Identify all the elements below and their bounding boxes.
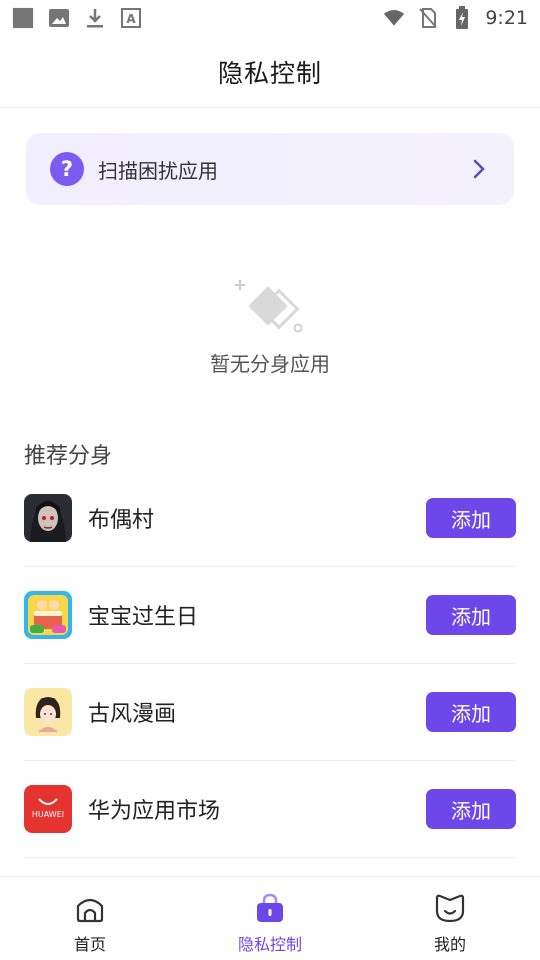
app-name: 宝宝过生日 [88, 605, 199, 630]
list-item: 布偶村 添加 [24, 470, 516, 567]
svg-text:A: A [126, 12, 136, 26]
download-icon [84, 7, 106, 29]
page-header: 隐私控制 [0, 36, 540, 108]
text-icon: A [120, 7, 142, 29]
nav-label: 首页 [73, 935, 106, 954]
status-left-icons: A [12, 7, 142, 29]
face-icon [433, 891, 467, 925]
ancient-girl-icon [24, 688, 72, 736]
add-button[interactable]: 添加 [426, 595, 516, 635]
status-bar: A 9:21 [0, 0, 540, 36]
scan-label: 扫描困扰应用 [98, 158, 218, 183]
page-title: 隐私控制 [217, 58, 322, 88]
chevron-right-icon [468, 158, 490, 180]
nav-item-home[interactable]: 首页 [0, 877, 180, 960]
add-button[interactable]: 添加 [426, 498, 516, 538]
square-icon [12, 7, 34, 29]
add-button[interactable]: 添加 [426, 692, 516, 732]
bottom-nav: 首页 隐私控制 我的 [0, 876, 540, 960]
image-icon [48, 7, 70, 29]
empty-illustration-icon [235, 280, 303, 333]
nav-item-mine[interactable]: 我的 [360, 877, 540, 960]
home-icon [73, 891, 107, 925]
app-name: 华为应用市场 [88, 799, 221, 824]
status-right: 9:21 [383, 6, 528, 29]
nav-label: 我的 [433, 935, 466, 954]
nav-item-privacy-control[interactable]: 隐私控制 [180, 877, 360, 960]
empty-text: 暂无分身应用 [210, 352, 330, 376]
recommend-app-list: 布偶村 添加 宝宝过生日 添加 古风漫画 添加 HUAWEI 华为应用市场 添加 [24, 470, 516, 858]
list-item: 古风漫画 添加 [24, 664, 516, 761]
svg-text:HUAWEI: HUAWEI [32, 810, 64, 819]
birthday-cake-icon [24, 591, 72, 639]
no-sim-icon [417, 7, 439, 29]
list-item: 宝宝过生日 添加 [24, 567, 516, 664]
add-button[interactable]: 添加 [426, 789, 516, 829]
recommend-title: 推荐分身 [24, 444, 113, 469]
nav-label: 隐私控制 [237, 935, 302, 954]
battery-charging-icon [451, 6, 473, 29]
status-time: 9:21 [485, 7, 528, 29]
question-icon: ? [50, 152, 84, 186]
app-name: 古风漫画 [88, 702, 177, 727]
wifi-icon [383, 7, 405, 29]
scan-troublesome-apps-banner[interactable]: ? 扫描困扰应用 [26, 133, 514, 205]
lock-bag-icon [253, 891, 287, 925]
list-item: HUAWEI 华为应用市场 添加 [24, 761, 516, 858]
app-name: 布偶村 [88, 508, 155, 533]
dark-character-icon [24, 494, 72, 542]
huawei-icon: HUAWEI [24, 785, 72, 833]
empty-state: 暂无分身应用 [0, 276, 540, 377]
